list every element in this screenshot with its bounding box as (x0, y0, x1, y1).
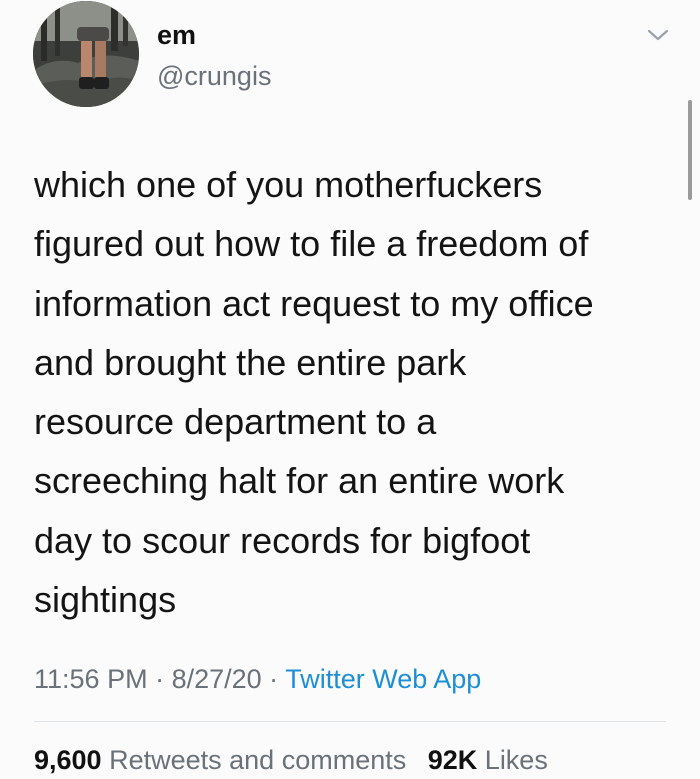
meta-separator: · (147, 664, 172, 694)
tweet-time: 11:56 PM (34, 664, 148, 694)
likes-stat[interactable]: 92K Likes (428, 745, 548, 775)
retweets-label: Retweets and comments (109, 745, 407, 775)
retweets-stat[interactable]: 9,600 Retweets and comments (34, 745, 406, 775)
divider (34, 721, 666, 722)
tweet-card: em @crungis which one of you motherfucke… (0, 0, 700, 779)
user-handle[interactable]: @crungis (157, 60, 271, 92)
tweet-text: which one of you motherfuckers figured o… (34, 164, 594, 621)
avatar-photo-icon (33, 1, 139, 107)
user-display-name[interactable]: em (157, 19, 196, 51)
retweets-count: 9,600 (34, 745, 102, 775)
chevron-down-icon[interactable] (646, 26, 670, 44)
tweet-stats: 9,600 Retweets and comments 92K Likes (34, 744, 548, 776)
tweet-meta: 11:56 PM · 8/27/20 · Twitter Web App (34, 663, 481, 695)
tweet-source-link[interactable]: Twitter Web App (285, 664, 481, 694)
avatar[interactable] (33, 1, 139, 107)
meta-separator: · (261, 664, 286, 694)
scrollbar[interactable] (688, 100, 692, 200)
likes-label: Likes (484, 745, 548, 775)
tweet-date: 8/27/20 (171, 664, 262, 694)
likes-count: 92K (427, 745, 478, 775)
